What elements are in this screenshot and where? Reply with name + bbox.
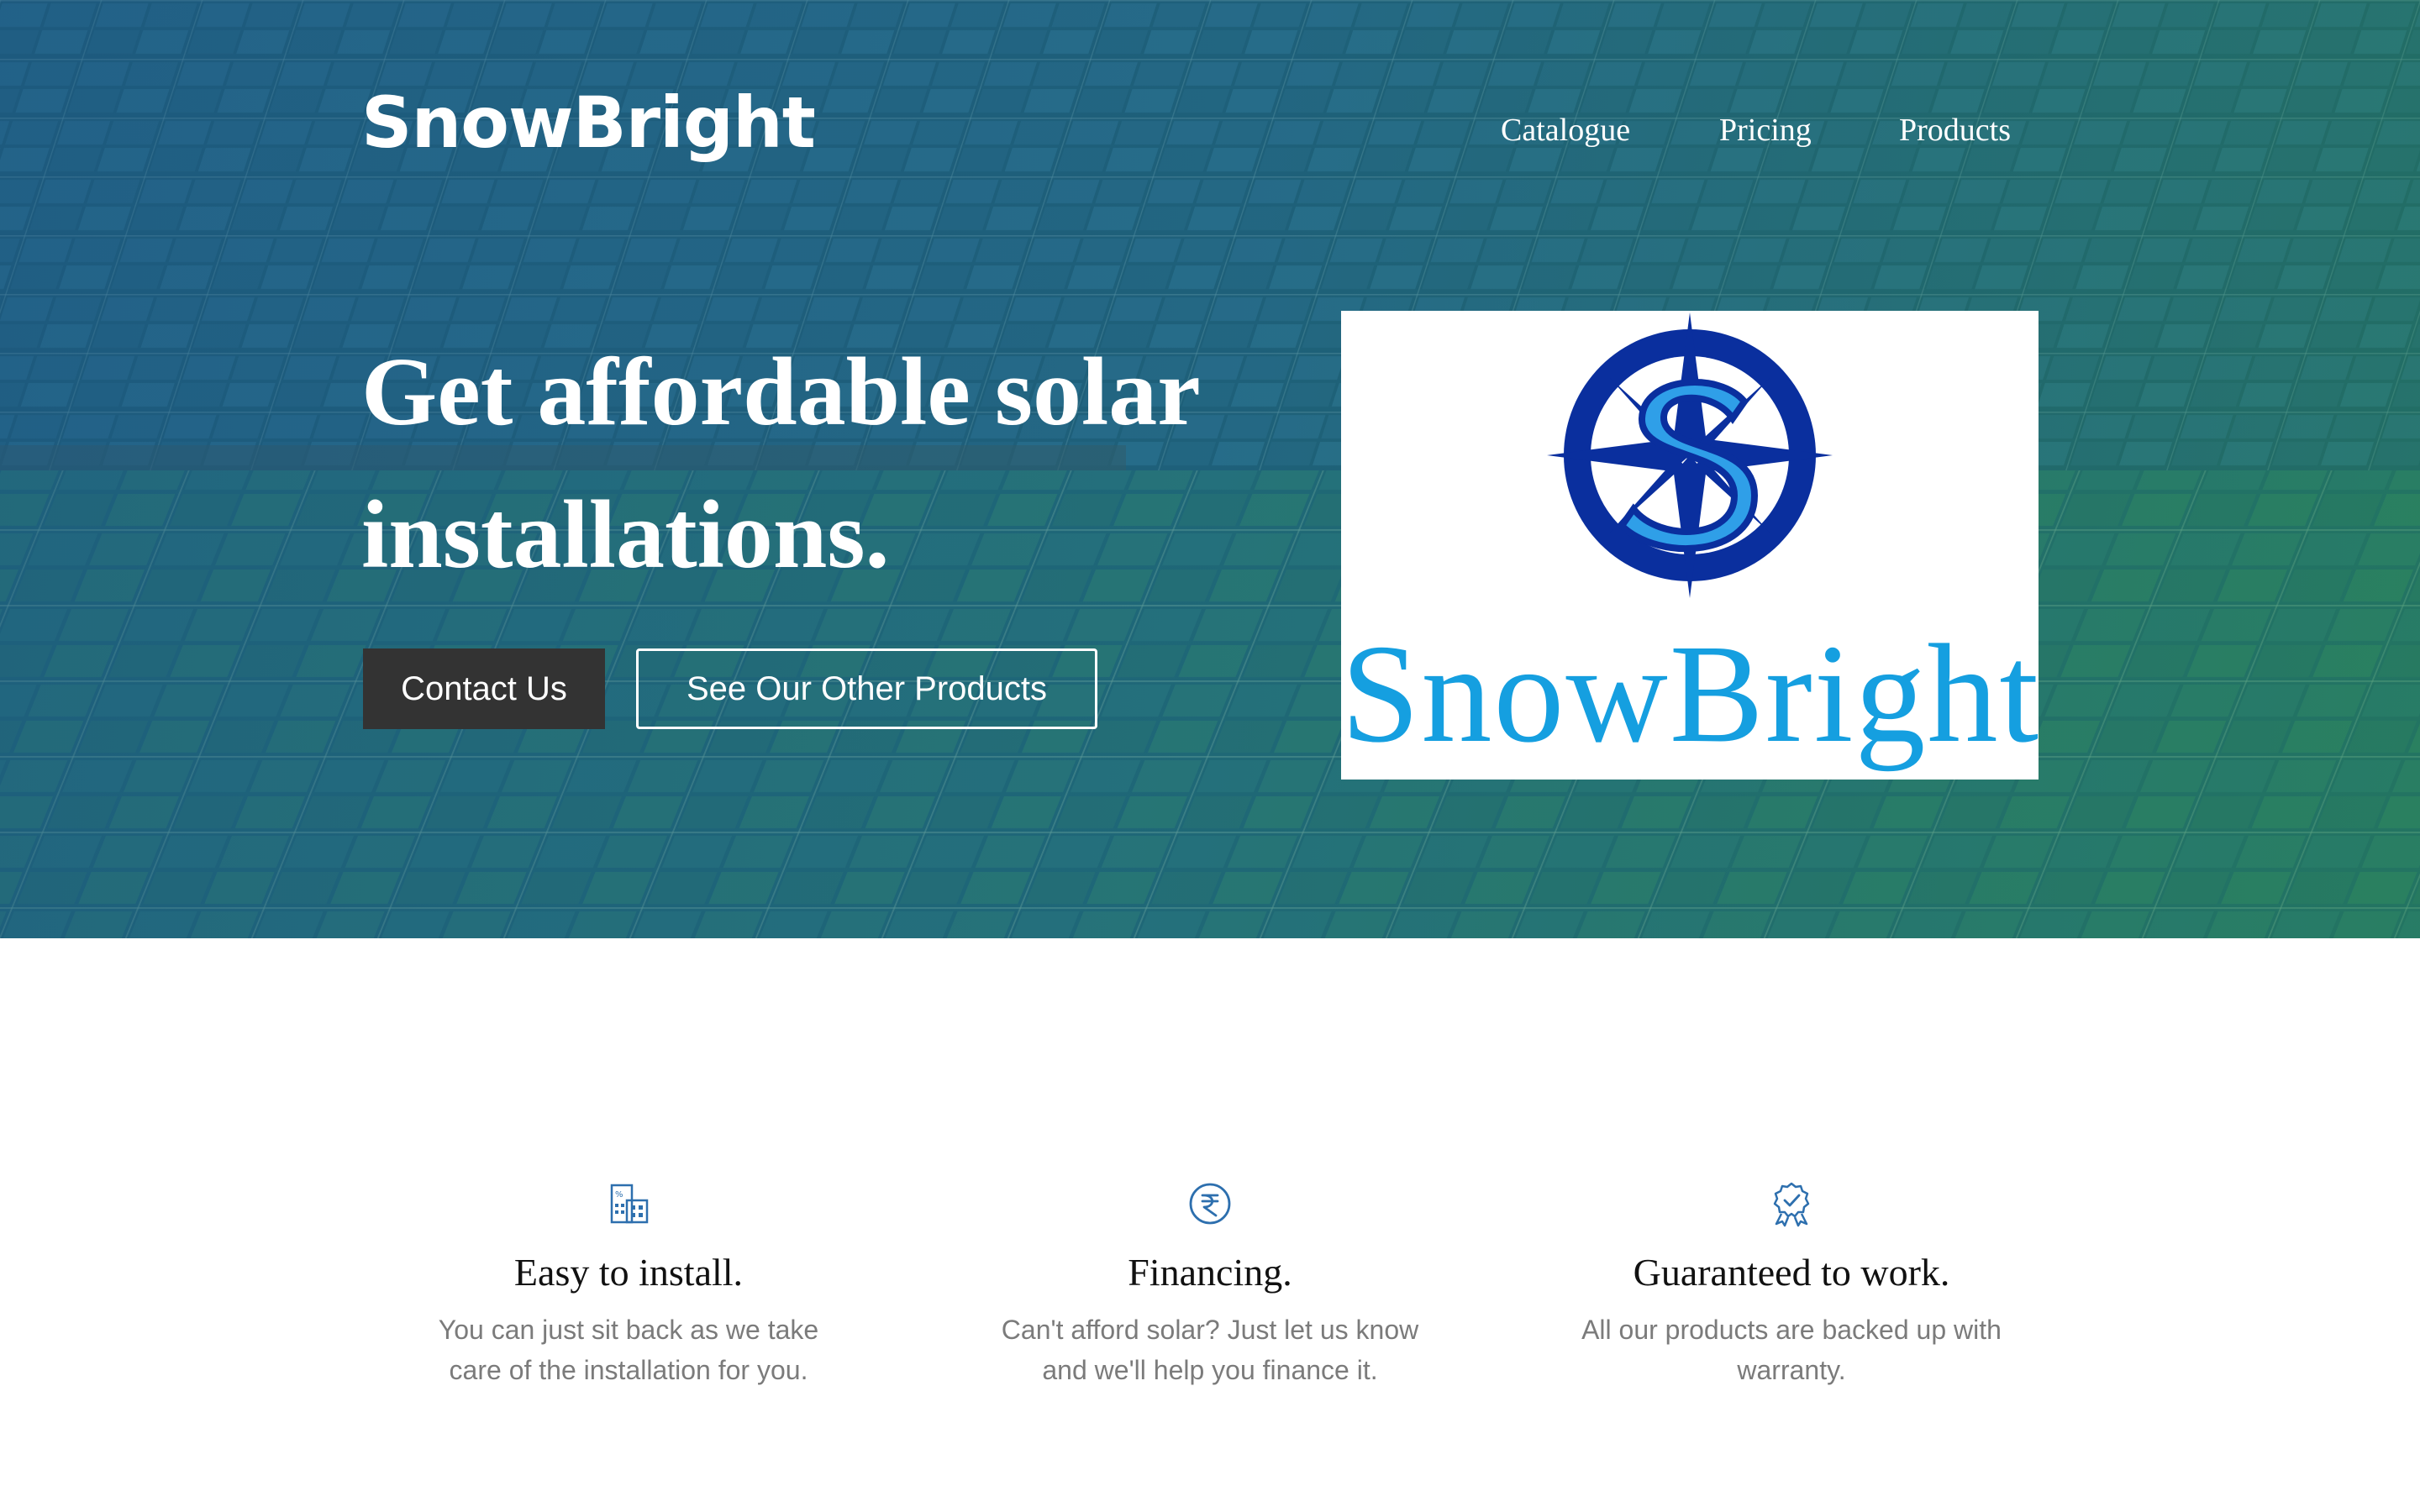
contact-us-button[interactable]: Contact Us (363, 648, 605, 729)
feature-description: Can't afford solar? Just let us know and… (1001, 1315, 1419, 1385)
feature-card-guarantee: Guaranteed to work. All our products are… (1565, 1180, 2018, 1390)
other-products-button[interactable]: See Our Other Products (636, 648, 1097, 729)
svg-text:%: % (615, 1190, 623, 1200)
feature-description: You can just sit back as we take care of… (438, 1315, 819, 1385)
feature-title: Financing. (1128, 1251, 1292, 1294)
building-icon: % (610, 1184, 649, 1224)
hero-title: Get affordable solar installations. (361, 339, 1199, 589)
feature-title: Easy to install. (513, 1251, 744, 1294)
hero-section: SnowBright Catalogue Pricing Products Ge… (0, 0, 2420, 938)
nav-link-catalogue[interactable]: Catalogue (1501, 109, 1630, 151)
top-nav: Catalogue Pricing Products (0, 109, 2420, 151)
brand-logo-card: SnowBright (1341, 311, 2039, 780)
award-badge-icon (1773, 1182, 1810, 1227)
feature-title: Guaranteed to work. (1633, 1251, 1950, 1294)
rupee-icon (1189, 1183, 1231, 1225)
nav-link-products[interactable]: Products (1899, 109, 2011, 151)
logo-wordmark: SnowBright (1341, 616, 2039, 772)
features-section: % Easy to install. You can just sit back… (0, 938, 2420, 1512)
feature-card-financing: Financing. Can't afford solar? Just let … (983, 1180, 1437, 1390)
nav-link-pricing[interactable]: Pricing (1719, 109, 1812, 151)
feature-card-install: % Easy to install. You can just sit back… (402, 1180, 855, 1390)
feature-description: All our products are backed up with warr… (1581, 1315, 2002, 1385)
compass-s-logo-icon (1547, 312, 1833, 598)
